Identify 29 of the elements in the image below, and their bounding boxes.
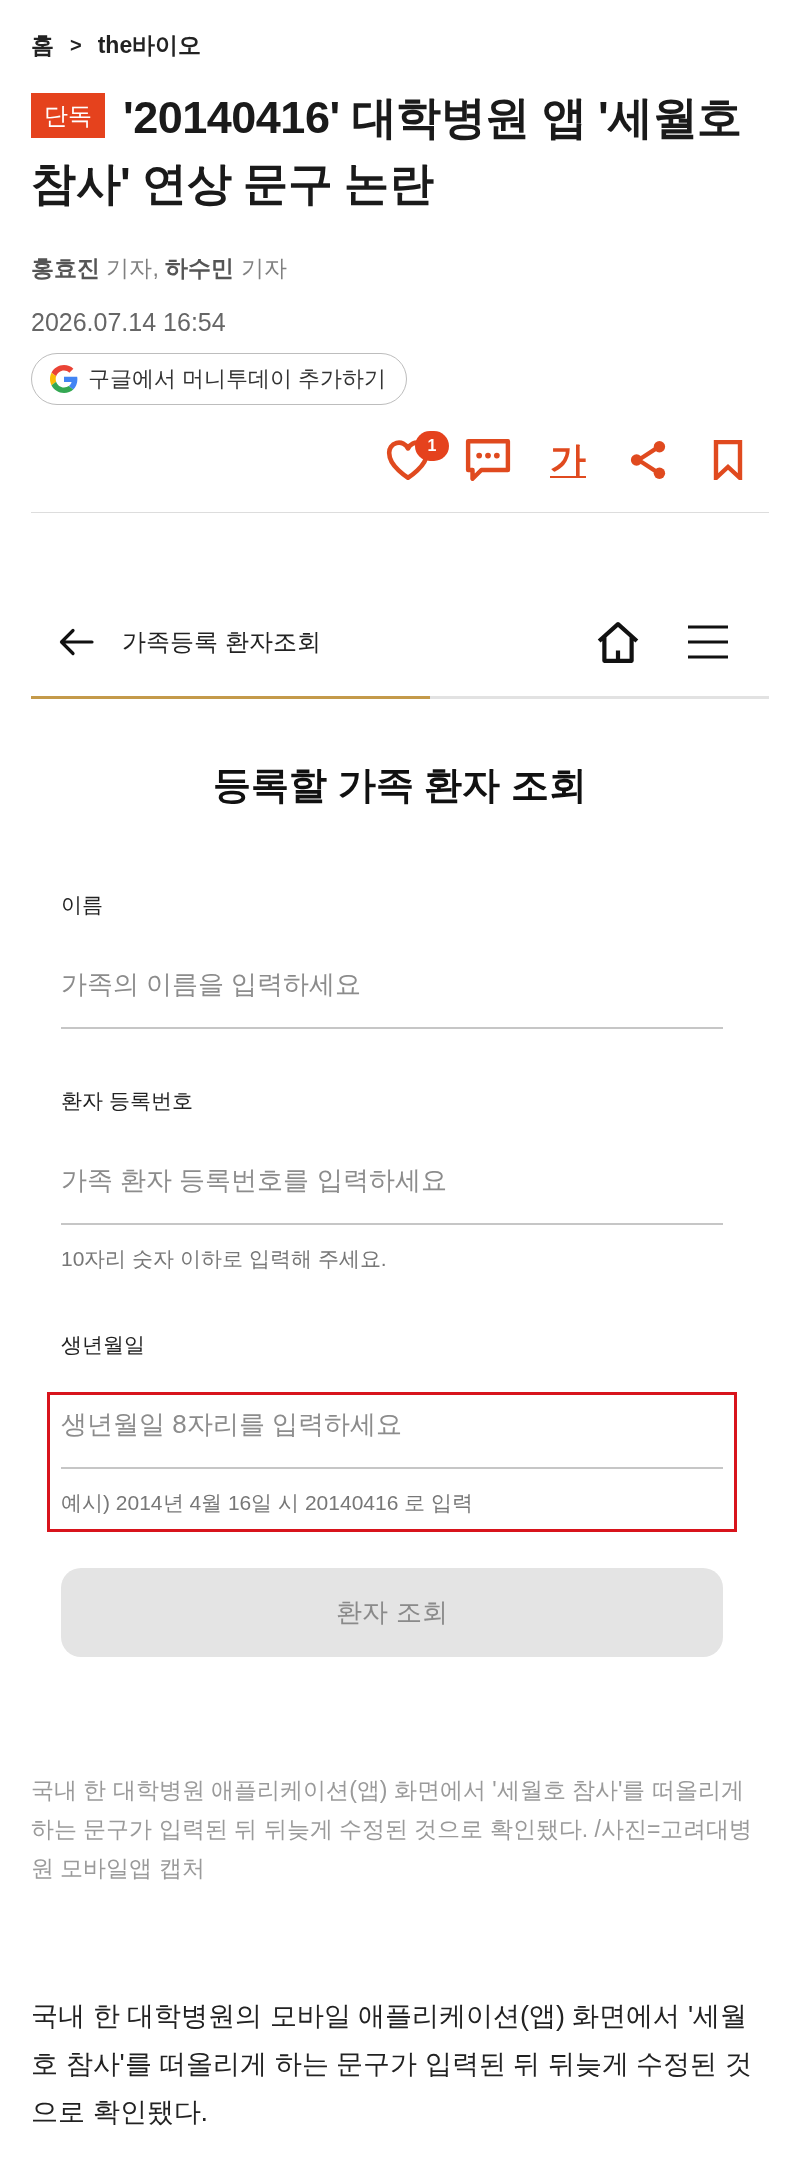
field-label: 환자 등록번호 [61,1088,194,1114]
input-field[interactable]: 가족 환자 등록번호를 입력하세요 [61,1151,723,1225]
follow-button[interactable]: 구글에서 머니투데이 추가하기 [31,353,408,405]
article-paragraph: 국내 한 대학병원의 모바일 애플리케이션(앱) 화면에서 '세월호 참사'를 떠올리게 하는 문구가 입력된 뒤 뒤늦게 수정된 것으로 확인됐다. [31,2000,753,2129]
breadcrumb-separator: > [70,33,82,58]
menu-icon[interactable] [688,625,728,659]
text-size-button[interactable]: 가 [543,435,593,485]
input-field[interactable]: 생년월일 8자리를 입력하세요 [61,1395,723,1469]
field-label: 이름 [61,892,104,918]
input-field[interactable]: 가족의 이름을 입력하세요 [61,955,723,1029]
bookmark-icon[interactable] [711,440,745,480]
count-badge: 1 [415,431,449,461]
g-logo-icon [50,365,78,393]
field-label: 생년월일 [61,1332,146,1358]
byline: 홍효진 기자, 하수민 기자 [31,254,288,283]
headline: 단독 '20140416' 대학병원 앱 '세월호 참사' 연상 문구 논란 [31,91,743,211]
photo-caption: 국내 한 대학병원 애플리케이션(앱) 화면에서 '세월호 참사'를 떠올리게 하는 문구가 입력된 뒤 뒤늦게 수정된 것으로 확인됐다. /사진=고려대병원 모바일앱 캡처 [31,1776,754,1883]
breadcrumb-link[interactable]: 홈 [31,30,54,60]
publish-date: 2026.07.14 16:54 [31,307,227,338]
screen-title: 가족등록 환자조회 [122,627,322,657]
field-hint: 10자리 숫자 이하로 입력해 주세요. [61,1246,388,1272]
breadcrumb-link[interactable]: the바이오 [97,30,202,60]
share-icon[interactable] [629,440,667,480]
back-arrow-icon[interactable] [58,628,94,656]
form-heading: 등록할 가족 환자 조회 [212,763,588,808]
category-tag: 단독 [31,93,105,138]
field-hint: 예시) 2014년 4월 16일 시 20140416 로 입력 [61,1490,475,1516]
comment-icon[interactable] [465,439,511,481]
home-icon[interactable] [596,621,640,663]
